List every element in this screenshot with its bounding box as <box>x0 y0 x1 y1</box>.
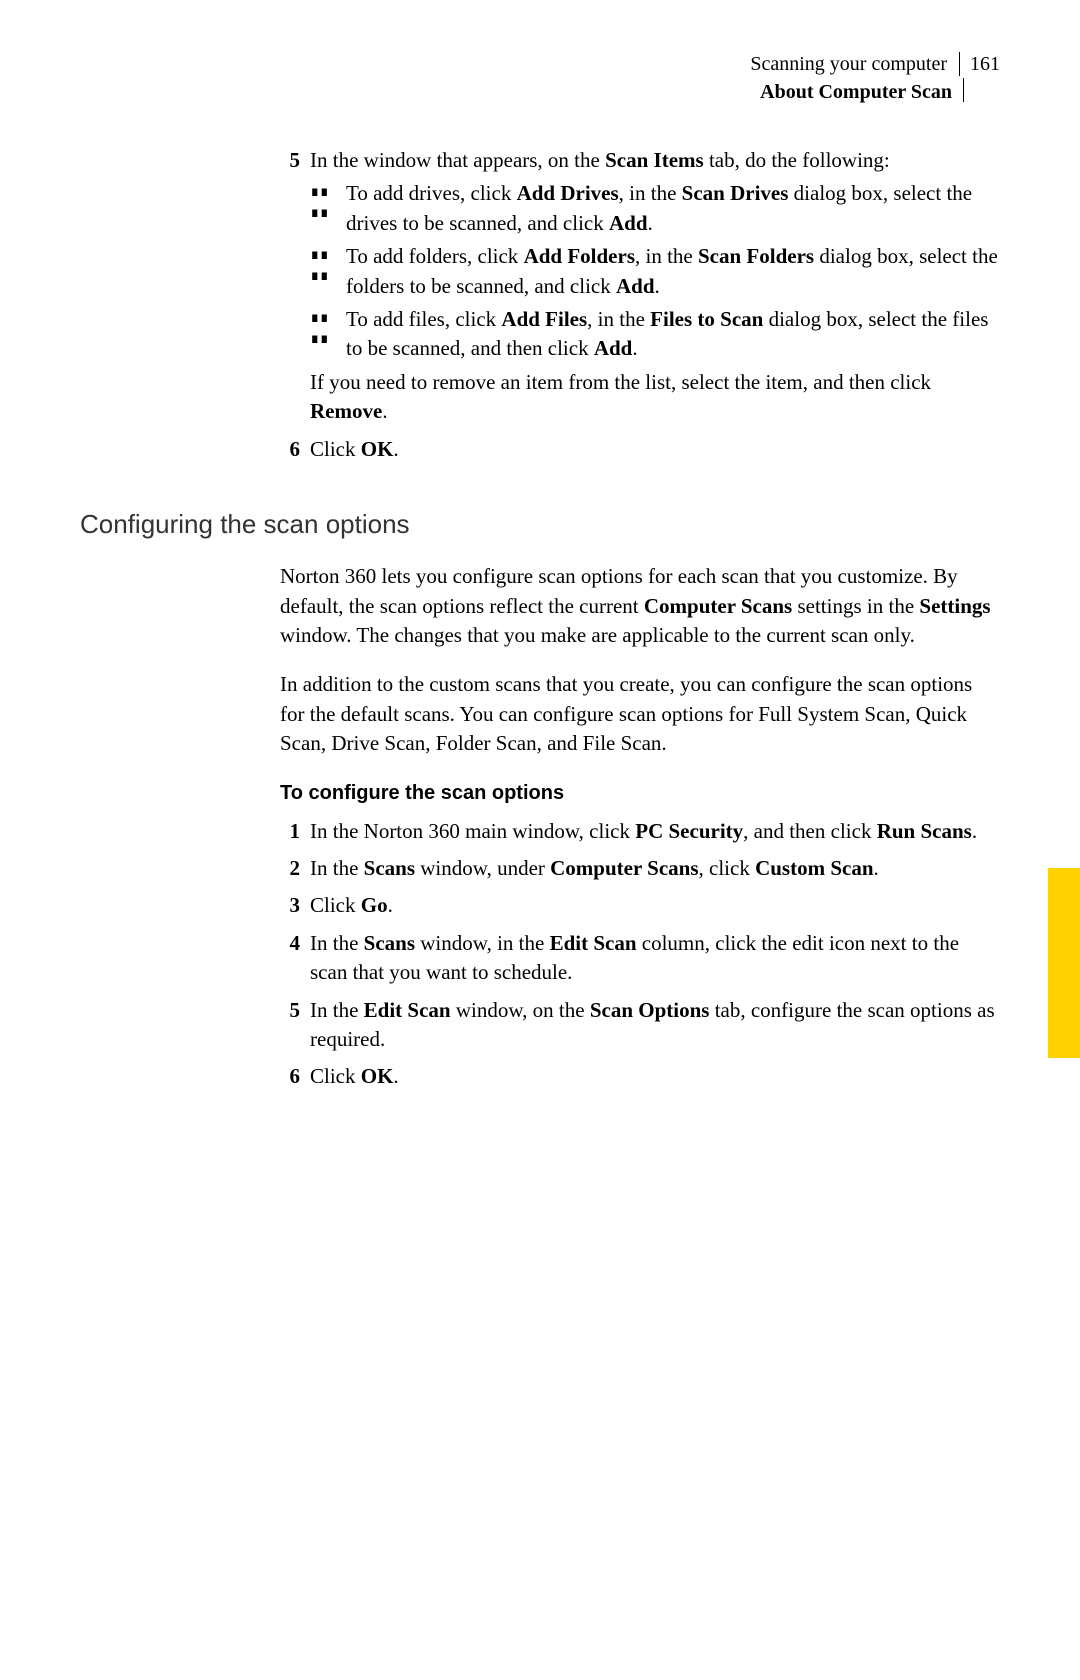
step-number: 5 <box>270 146 310 431</box>
step-text: In the Edit Scan window, on the Scan Opt… <box>310 996 1000 1055</box>
step-text: In the window that appears, on the Scan … <box>310 146 1000 175</box>
step-number: 3 <box>270 891 310 924</box>
bullet-item: ∎∎∎∎ To add drives, click Add Drives, in… <box>310 179 1000 238</box>
step-number: 4 <box>270 929 310 992</box>
step-item: 5 In the Edit Scan window, on the Scan O… <box>270 996 1000 1059</box>
header-page-number: 161 <box>960 50 1000 78</box>
step-text: Click OK. <box>310 435 1000 464</box>
thumb-tab <box>1048 868 1080 1058</box>
step-item: 6 Click OK. <box>270 1062 1000 1095</box>
square-bullet-icon: ∎∎∎∎ <box>310 305 346 364</box>
page-header: Scanning your computer 161 About Compute… <box>750 50 1000 106</box>
step-note: If you need to remove an item from the l… <box>310 368 1000 427</box>
procedure-heading: To configure the scan options <box>280 779 1000 807</box>
step-item: 5 In the window that appears, on the Sca… <box>270 146 1000 431</box>
square-bullet-icon: ∎∎∎∎ <box>310 242 346 301</box>
step-number: 6 <box>270 1062 310 1095</box>
step-number: 1 <box>270 817 310 850</box>
step-item: 2 In the Scans window, under Computer Sc… <box>270 854 1000 887</box>
header-section: About Computer Scan <box>750 78 1000 106</box>
bullet-text: To add folders, click Add Folders, in th… <box>346 242 1000 301</box>
step-item: 3 Click Go. <box>270 891 1000 924</box>
step-item: 4 In the Scans window, in the Edit Scan … <box>270 929 1000 992</box>
step-item: 1 In the Norton 360 main window, click P… <box>270 817 1000 850</box>
step-text: Click OK. <box>310 1062 1000 1091</box>
square-bullet-icon: ∎∎∎∎ <box>310 179 346 238</box>
step-number: 2 <box>270 854 310 887</box>
step-number: 5 <box>270 996 310 1059</box>
bullet-text: To add files, click Add Files, in the Fi… <box>346 305 1000 364</box>
header-chapter: Scanning your computer <box>750 50 957 78</box>
bullet-item: ∎∎∎∎ To add files, click Add Files, in t… <box>310 305 1000 364</box>
bullet-text: To add drives, click Add Drives, in the … <box>346 179 1000 238</box>
paragraph: In addition to the custom scans that you… <box>280 670 1000 758</box>
step-text: In the Scans window, under Computer Scan… <box>310 854 1000 883</box>
paragraph: Norton 360 lets you configure scan optio… <box>280 562 1000 650</box>
step-text: In the Norton 360 main window, click PC … <box>310 817 1000 846</box>
bullet-item: ∎∎∎∎ To add folders, click Add Folders, … <box>310 242 1000 301</box>
step-text: In the Scans window, in the Edit Scan co… <box>310 929 1000 988</box>
step-item: 6 Click OK. <box>270 435 1000 468</box>
section-heading: Configuring the scan options <box>80 506 1000 542</box>
step-text: Click Go. <box>310 891 1000 920</box>
step-number: 6 <box>270 435 310 468</box>
